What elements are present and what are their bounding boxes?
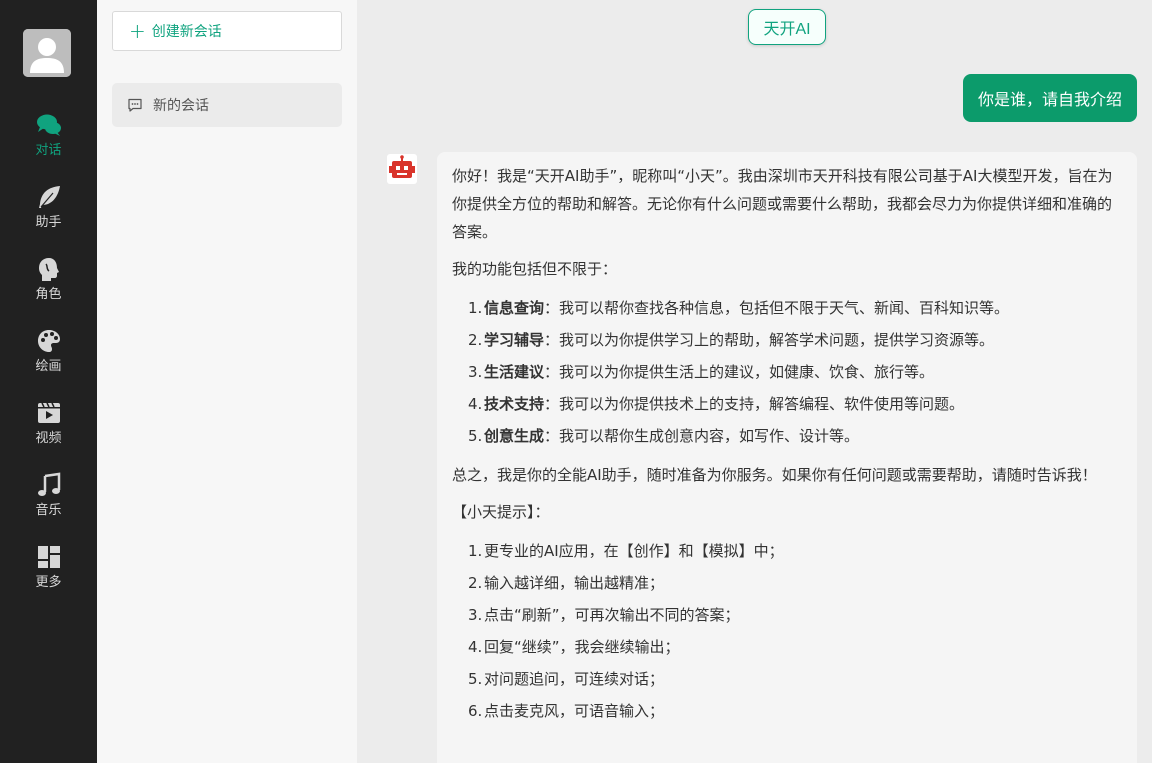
list-item: 5. 对问题追问，可连续对话； <box>468 670 665 688</box>
reply-tips-heading: 【小天提示】： <box>452 503 550 521</box>
feather-icon <box>38 186 60 208</box>
list-item: 1. 信息查询：我可以帮你查找各种信息，包括但不限于天气、新闻、百科知识等。 <box>468 299 1010 317</box>
nav-item-label: 助手 <box>35 215 62 230</box>
list-item: 2. 输入越详细，输出越精准； <box>468 574 665 592</box>
nav-item-music[interactable]: 音乐 <box>0 472 97 532</box>
list-item: 6. 点击麦克风，可语音输入； <box>468 702 665 720</box>
conversation-panel: + 创建新会话 新的会话 <box>97 0 357 763</box>
video-icon <box>37 402 60 423</box>
assistant-message-bubble: 你好！我是“天开AI助手”，昵称叫“小天”。我由深圳市天开科技有限公司基于AI大… <box>437 152 1137 763</box>
conversation-title: 新的会话 <box>153 98 209 114</box>
nav-item-chat[interactable]: 对话 <box>0 112 97 172</box>
reply-features-heading: 我的功能包括但不限于： <box>452 260 618 278</box>
chat-area: 天开AI 你是谁，请自我介绍 你好！我是“天开AI助手”，昵称叫“小天”。我由深… <box>357 0 1152 763</box>
nav-item-label: 更多 <box>35 575 62 590</box>
user-avatar[interactable] <box>23 29 71 77</box>
robot-icon <box>387 154 417 184</box>
left-nav: 对话 助手 角色 绘画 视频 音乐 更多 <box>0 0 97 763</box>
reply-summary: 总之，我是你的全能AI助手，随时准备为你服务。如果你有任何问题或需要帮助，请随时… <box>452 466 1097 484</box>
chat-icon <box>36 114 61 136</box>
nav-item-label: 角色 <box>35 287 62 302</box>
tips-list: 1. 更专业的AI应用，在【创作】和【模拟】中； 2. 输入越详细，输出越精准； 3… <box>452 535 1122 727</box>
list-item: 4. 技术支持：我可以为你提供技术上的支持，解答编程、软件使用等问题。 <box>468 395 965 413</box>
list-item: 4. 回复“继续”，我会继续输出； <box>468 638 680 656</box>
head-profile-icon <box>38 258 59 281</box>
list-item: 2. 学习辅导：我可以为你提供学习上的帮助，解答学术问题，提供学习资源等。 <box>468 331 995 349</box>
list-item: 5. 创意生成：我可以帮你生成创意内容，如写作、设计等。 <box>468 427 860 445</box>
nav-item-assistant[interactable]: 助手 <box>0 184 97 244</box>
nav-item-painting[interactable]: 绘画 <box>0 328 97 388</box>
user-message-bubble: 你是谁，请自我介绍 <box>962 74 1137 122</box>
list-item: 3. 生活建议：我可以为你提供生活上的建议，如健康、饮食、旅行等。 <box>468 363 935 381</box>
conversation-item[interactable]: 新的会话 <box>112 83 342 127</box>
new-conversation-label: 创建新会话 <box>151 24 222 40</box>
music-note-icon <box>37 472 60 496</box>
list-item: 1. 更专业的AI应用，在【创作】和【模拟】中； <box>468 542 784 560</box>
plus-icon: + <box>129 19 146 43</box>
user-avatar-icon <box>23 29 71 77</box>
nav-item-label: 对话 <box>35 143 62 158</box>
palette-icon <box>37 330 60 352</box>
list-item: 3. 点击“刷新”，可再次输出不同的答案； <box>468 606 740 624</box>
nav-item-label: 视频 <box>35 431 62 446</box>
nav-item-video[interactable]: 视频 <box>0 400 97 460</box>
message-icon <box>128 98 142 112</box>
features-list: 1. 信息查询：我可以帮你查找各种信息，包括但不限于天气、新闻、百科知识等。 2.… <box>452 292 1122 452</box>
nav-item-role[interactable]: 角色 <box>0 256 97 316</box>
reply-intro: 你好！我是“天开AI助手”，昵称叫“小天”。我由深圳市天开科技有限公司基于AI大… <box>452 167 1113 241</box>
nav-item-label: 绘画 <box>35 359 62 374</box>
nav-item-label: 音乐 <box>35 503 62 518</box>
grid-icon <box>37 546 60 568</box>
nav-item-more[interactable]: 更多 <box>0 544 97 604</box>
model-selector[interactable]: 天开AI <box>748 9 826 45</box>
new-conversation-button[interactable]: + 创建新会话 <box>112 11 342 51</box>
